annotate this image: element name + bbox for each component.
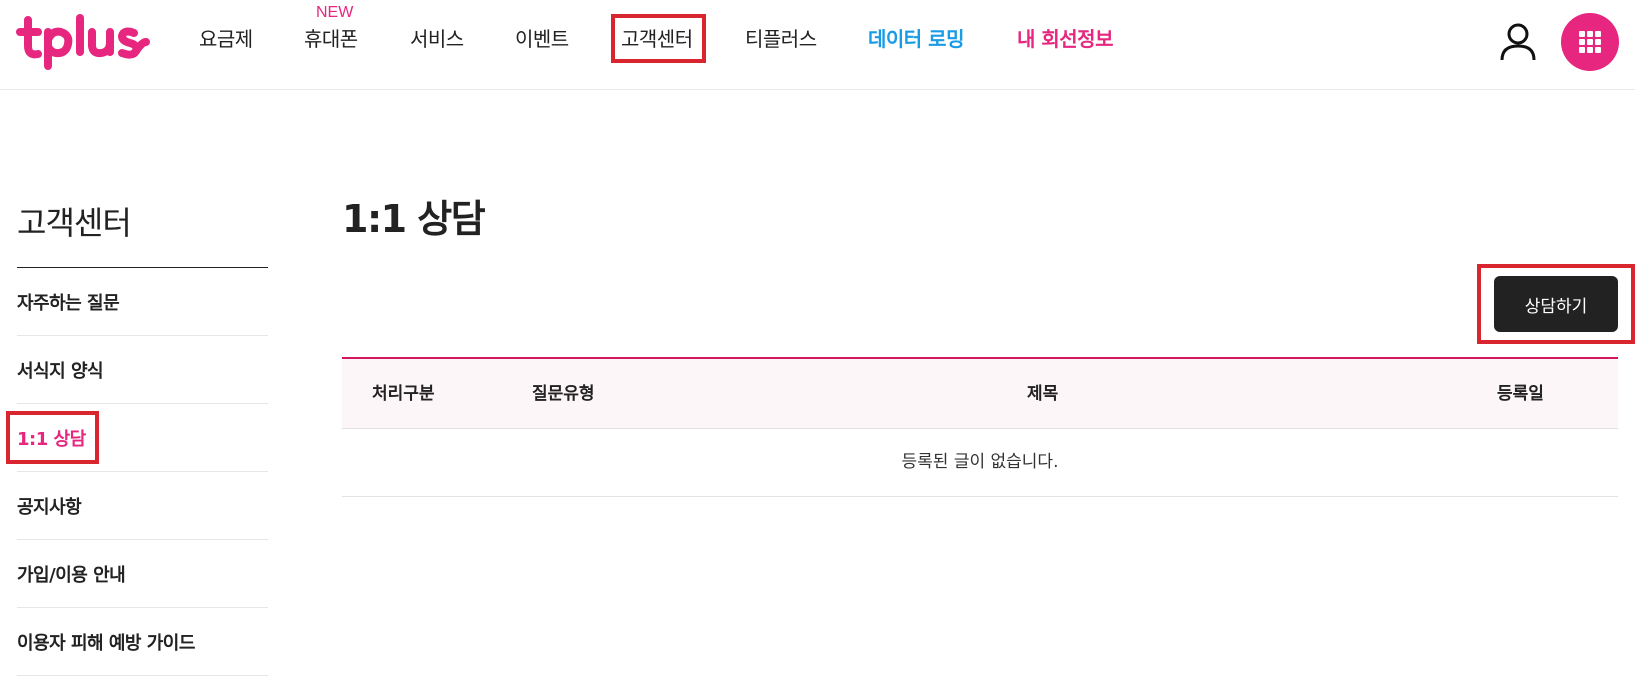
side-item-faq[interactable]: 자주하는 질문 bbox=[17, 268, 268, 336]
tplus-logo-mark bbox=[16, 14, 150, 70]
side-item-label: 자주하는 질문 bbox=[17, 292, 120, 314]
column-header-question-type: 질문유형 bbox=[532, 384, 595, 404]
side-nav-title: 고객센터 bbox=[17, 204, 132, 242]
side-item-label: 이용자 피해 예방 가이드 bbox=[17, 632, 195, 654]
side-nav: 자주하는 질문 서식지 양식 1:1 상담 공지사항 가입/이용 안내 이용자 … bbox=[17, 268, 268, 676]
table-header: 처리구분 질문유형 제목 등록일 bbox=[342, 359, 1618, 429]
table-empty-message: 등록된 글이 없습니다. bbox=[342, 429, 1618, 497]
gnb-item-plans[interactable]: 요금제 bbox=[199, 26, 253, 52]
side-item-damage-prevention[interactable]: 이용자 피해 예방 가이드 bbox=[17, 608, 268, 676]
site-header: NEW 요금제 휴대폰 서비스 이벤트 고객센터 티플러스 데이터 로밍 내 회… bbox=[0, 0, 1635, 90]
consult-button[interactable]: 상담하기 bbox=[1494, 276, 1618, 332]
gnb-item-data-roaming[interactable]: 데이터 로밍 bbox=[868, 26, 964, 52]
gnb-item-services[interactable]: 서비스 bbox=[410, 26, 464, 52]
consult-table: 처리구분 질문유형 제목 등록일 등록된 글이 없습니다. bbox=[342, 357, 1618, 497]
side-item-forms[interactable]: 서식지 양식 bbox=[17, 336, 268, 404]
column-header-subject: 제목 bbox=[1027, 384, 1059, 404]
gnb-item-phones[interactable]: 휴대폰 bbox=[304, 26, 358, 52]
side-item-label: 가입/이용 안내 bbox=[17, 564, 126, 586]
apps-grid-button[interactable] bbox=[1561, 13, 1619, 71]
gnb-item-tplus[interactable]: 티플러스 bbox=[745, 26, 817, 52]
tplus-logo[interactable] bbox=[16, 12, 156, 72]
column-header-date: 등록일 bbox=[1497, 384, 1544, 404]
user-icon[interactable] bbox=[1497, 20, 1539, 62]
page-title: 1:1 상담 bbox=[342, 197, 486, 241]
gnb-item-events[interactable]: 이벤트 bbox=[515, 26, 569, 52]
gnb-item-my-line-info[interactable]: 내 회선정보 bbox=[1017, 26, 1113, 52]
apps-grid-icon bbox=[1579, 31, 1601, 53]
side-item-one-on-one[interactable]: 1:1 상담 bbox=[17, 404, 268, 472]
side-item-label: 1:1 상담 bbox=[17, 428, 86, 450]
side-item-notice[interactable]: 공지사항 bbox=[17, 472, 268, 540]
new-badge: NEW bbox=[316, 4, 354, 21]
side-item-join-guide[interactable]: 가입/이용 안내 bbox=[17, 540, 268, 608]
side-item-label: 서식지 양식 bbox=[17, 360, 104, 382]
column-header-status: 처리구분 bbox=[372, 384, 435, 404]
gnb-item-customer-center[interactable]: 고객센터 bbox=[621, 26, 693, 52]
side-item-label: 공지사항 bbox=[17, 496, 82, 518]
